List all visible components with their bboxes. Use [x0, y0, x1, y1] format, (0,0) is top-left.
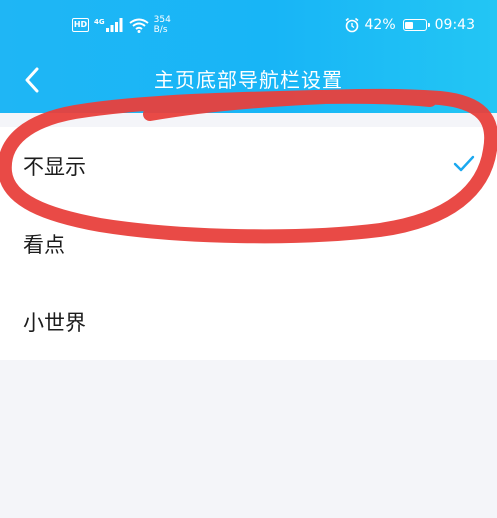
nav-bar: 主页底部导航栏设置: [0, 48, 497, 113]
alarm-icon: [345, 17, 359, 33]
network-type-label: 4G: [94, 18, 105, 26]
header: HD 4G 354 B/s 42% 09:43 主页底部导航栏设置: [0, 0, 497, 113]
signal-icon: 4G: [94, 18, 123, 32]
option-list: 不显示 看点 小世界: [0, 127, 497, 360]
network-speed: 354 B/s: [153, 15, 171, 35]
option-item-small-world[interactable]: 小世界: [0, 283, 497, 361]
option-item-kandian[interactable]: 看点: [0, 205, 497, 283]
status-clock: 09:43: [434, 17, 475, 33]
battery-fill: [405, 21, 413, 29]
battery-percent: 42%: [364, 17, 396, 33]
status-bar-left: HD 4G 354 B/s: [72, 14, 180, 36]
option-label: 小世界: [23, 311, 86, 335]
battery-icon: [402, 19, 430, 31]
status-bar-right: 42% 09:43: [344, 14, 475, 36]
option-label: 不显示: [23, 155, 86, 179]
page-title: 主页底部导航栏设置: [154, 68, 343, 92]
option-label: 看点: [23, 233, 65, 257]
signal-bars-icon: [105, 18, 123, 32]
status-bar: HD 4G 354 B/s 42% 09:43: [0, 0, 497, 48]
hd-icon: HD: [72, 18, 89, 32]
wifi-icon: [129, 18, 149, 33]
option-item-hide[interactable]: 不显示: [0, 127, 497, 205]
checkmark-icon: [453, 155, 475, 172]
